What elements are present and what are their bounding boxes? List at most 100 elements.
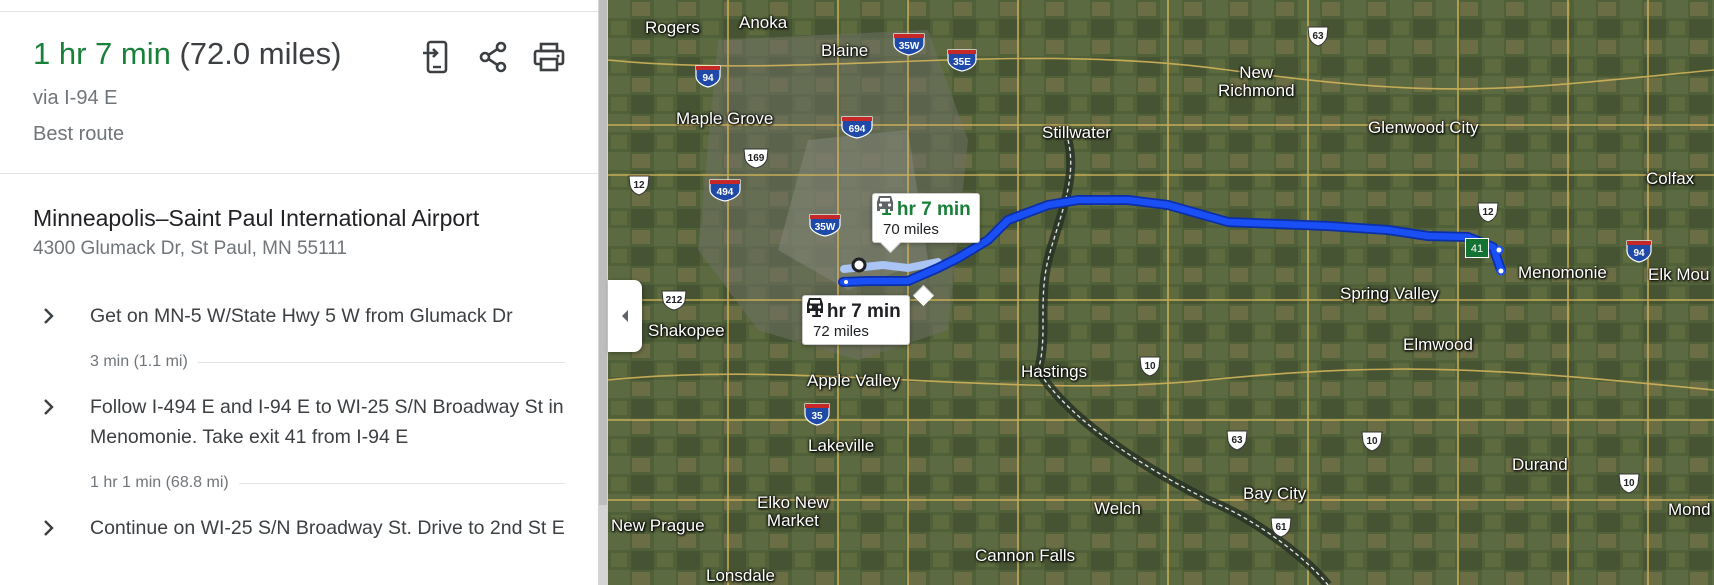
us-route-shield-icon: 61 — [1270, 517, 1292, 538]
city-label: Elk Mou — [1648, 265, 1710, 284]
section-divider — [0, 173, 598, 174]
svg-text:61: 61 — [1275, 522, 1287, 533]
scrollbar-thumb[interactable] — [599, 0, 607, 505]
us-route-shield-icon: 12 — [1477, 202, 1499, 223]
city-label: Welch — [1094, 499, 1141, 518]
svg-text:694: 694 — [849, 124, 866, 135]
share-button[interactable] — [474, 38, 512, 76]
us-route-shield-icon: 63 — [1226, 430, 1248, 451]
chevron-right-icon — [44, 520, 54, 536]
svg-text:12: 12 — [1482, 207, 1494, 218]
print-button[interactable] — [530, 38, 568, 76]
city-label: Elmwood — [1403, 335, 1473, 354]
city-label: Cannon Falls — [975, 546, 1076, 565]
send-to-phone-icon — [423, 40, 448, 74]
step-divider — [238, 482, 565, 484]
selected-route-distance: 70 miles — [883, 221, 939, 238]
svg-text:35: 35 — [811, 411, 823, 422]
svg-text:12: 12 — [633, 180, 645, 191]
city-label: Elko New Market — [757, 493, 829, 530]
city-label: Apple Valley — [807, 371, 901, 390]
svg-text:169: 169 — [748, 153, 765, 164]
svg-text:10: 10 — [1144, 361, 1156, 372]
interstate-shield-icon: 694 — [841, 116, 873, 139]
directions-panel: 1 hr 7 min (72.0 miles) via I-94 E Best … — [0, 0, 598, 585]
chevron-right-icon — [44, 399, 54, 415]
route-distance: (72.0 miles) — [179, 36, 342, 71]
svg-text:35W: 35W — [899, 41, 920, 52]
interstate-shield-icon: 35 — [804, 403, 830, 426]
city-label: Bay City — [1243, 484, 1307, 503]
us-route-shield-icon: 10 — [1139, 356, 1161, 377]
us-route-shield-icon: 12 — [628, 175, 650, 196]
route-duration: 1 hr 7 min — [33, 36, 171, 71]
panel-scrollbar[interactable] — [598, 0, 608, 585]
svg-text:94: 94 — [702, 73, 714, 84]
us-route-shield-icon: 63 — [1307, 26, 1329, 47]
route-summary-heading: 1 hr 7 min (72.0 miles) — [33, 36, 341, 72]
svg-text:94: 94 — [1633, 248, 1645, 259]
svg-text:35W: 35W — [815, 222, 836, 233]
origin-name: Minneapolis–Saint Paul International Air… — [33, 205, 480, 231]
interstate-shield-icon: 35W — [893, 33, 925, 56]
city-label: New Richmond — [1218, 63, 1295, 100]
step-2-meta: 1 hr 1 min (68.8 mi) — [90, 474, 565, 492]
city-label: Stillwater — [1042, 123, 1111, 142]
us-route-shield-icon: 212 — [661, 290, 687, 311]
interstate-shield-icon: 35E — [947, 49, 977, 72]
city-label: Hastings — [1021, 362, 1088, 381]
origin-address: 4300 Glumack Dr, St Paul, MN 55111 — [33, 238, 348, 259]
interstate-shield-icon: 94 — [1626, 240, 1652, 263]
interstate-shield-icon: 494 — [709, 179, 741, 202]
step-1-duration: 3 min (1.1 mi) — [90, 353, 188, 370]
step-2-text: Follow I-494 E and I-94 E to WI-25 S/N B… — [90, 396, 564, 448]
collapse-panel-button[interactable] — [608, 280, 642, 352]
step-2-duration: 1 hr 1 min (68.8 mi) — [90, 474, 229, 491]
us-route-shield-icon: 10 — [1361, 431, 1383, 452]
interstate-shield-icon: 94 — [695, 65, 721, 88]
step-1-meta: 3 min (1.1 mi) — [90, 353, 565, 371]
top-divider — [0, 11, 598, 12]
exit-sign-icon: 41 — [1465, 238, 1489, 258]
car-icon — [807, 298, 823, 313]
print-icon — [533, 42, 565, 72]
route-note: Best route — [33, 123, 125, 145]
interstate-shield-icon: 35W — [809, 214, 841, 237]
chevron-left-icon — [622, 310, 628, 322]
step-divider — [197, 361, 565, 363]
city-label: Maple Grove — [676, 109, 774, 128]
svg-text:10: 10 — [1623, 478, 1635, 489]
city-label: Menomonie — [1518, 263, 1607, 282]
alternate-route-callout[interactable]: 1 hr 7 min 72 miles — [802, 284, 935, 345]
svg-text:41: 41 — [1471, 243, 1483, 255]
city-label: Lakeville — [808, 436, 875, 455]
step-1-text: Get on MN-5 W/State Hwy 5 W from Glumack… — [90, 305, 513, 327]
car-icon — [877, 196, 893, 211]
city-label: Colfax — [1646, 169, 1695, 188]
chevron-right-icon — [44, 308, 54, 324]
share-icon — [479, 41, 507, 73]
map-view[interactable]: 1 hr 7 min 70 miles 1 hr 7 min 72 miles … — [608, 0, 1714, 585]
city-label: Anoka — [739, 13, 788, 32]
city-label: Durand — [1512, 455, 1568, 474]
svg-text:494: 494 — [717, 187, 734, 198]
us-route-shield-icon: 169 — [743, 148, 769, 169]
city-label: Lonsdale — [706, 566, 776, 585]
svg-text:212: 212 — [666, 295, 683, 306]
city-label: Rogers — [645, 18, 700, 37]
send-to-phone-button[interactable] — [418, 38, 456, 76]
city-label: Shakopee — [648, 321, 725, 340]
alternate-route-distance: 72 miles — [813, 323, 869, 340]
svg-text:10: 10 — [1366, 436, 1378, 447]
city-label: Glenwood City — [1368, 118, 1479, 137]
us-route-shield-icon: 10 — [1618, 473, 1640, 494]
route-via: via I-94 E — [33, 87, 118, 109]
svg-text:35E: 35E — [953, 57, 971, 68]
city-label: Spring Valley — [1340, 284, 1439, 303]
svg-text:63: 63 — [1312, 31, 1324, 42]
selected-route-callout[interactable]: 1 hr 7 min 70 miles — [872, 193, 980, 254]
svg-text:63: 63 — [1231, 435, 1243, 446]
city-label: Blaine — [821, 41, 869, 60]
step-3-text: Continue on WI-25 S/N Broadway St. Drive… — [90, 517, 565, 539]
city-label: Mond — [1668, 500, 1711, 519]
